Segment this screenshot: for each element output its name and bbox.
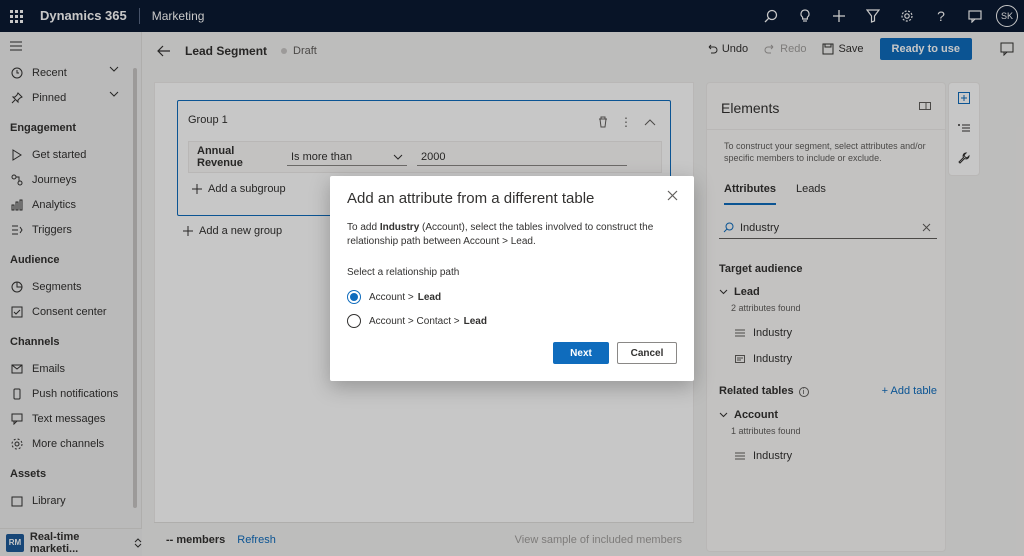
relationship-path-dialog: Add an attribute from a different table … [330, 176, 694, 381]
path-option-prefix: Account > [369, 291, 414, 303]
path-option-target: Lead [417, 291, 442, 303]
dialog-body: To add Industry (Account), select the ta… [347, 221, 677, 249]
body-prefix: To add [347, 222, 380, 233]
relationship-path-label: Select a relationship path [347, 267, 460, 278]
radio-button[interactable] [347, 314, 361, 328]
next-button[interactable]: Next [553, 342, 609, 364]
path-option-account-lead[interactable]: Account > Lead [347, 290, 441, 304]
path-option-target: Lead [463, 315, 487, 327]
close-icon[interactable] [667, 190, 678, 201]
dialog-title: Add an attribute from a different table [347, 190, 595, 207]
path-option-account-contact-lead[interactable]: Account > Contact > Lead [347, 314, 487, 328]
path-option-prefix: Account > Contact > [369, 315, 460, 327]
body-attribute: Industry [379, 222, 420, 233]
radio-button[interactable] [347, 290, 361, 304]
cancel-button[interactable]: Cancel [617, 342, 677, 364]
